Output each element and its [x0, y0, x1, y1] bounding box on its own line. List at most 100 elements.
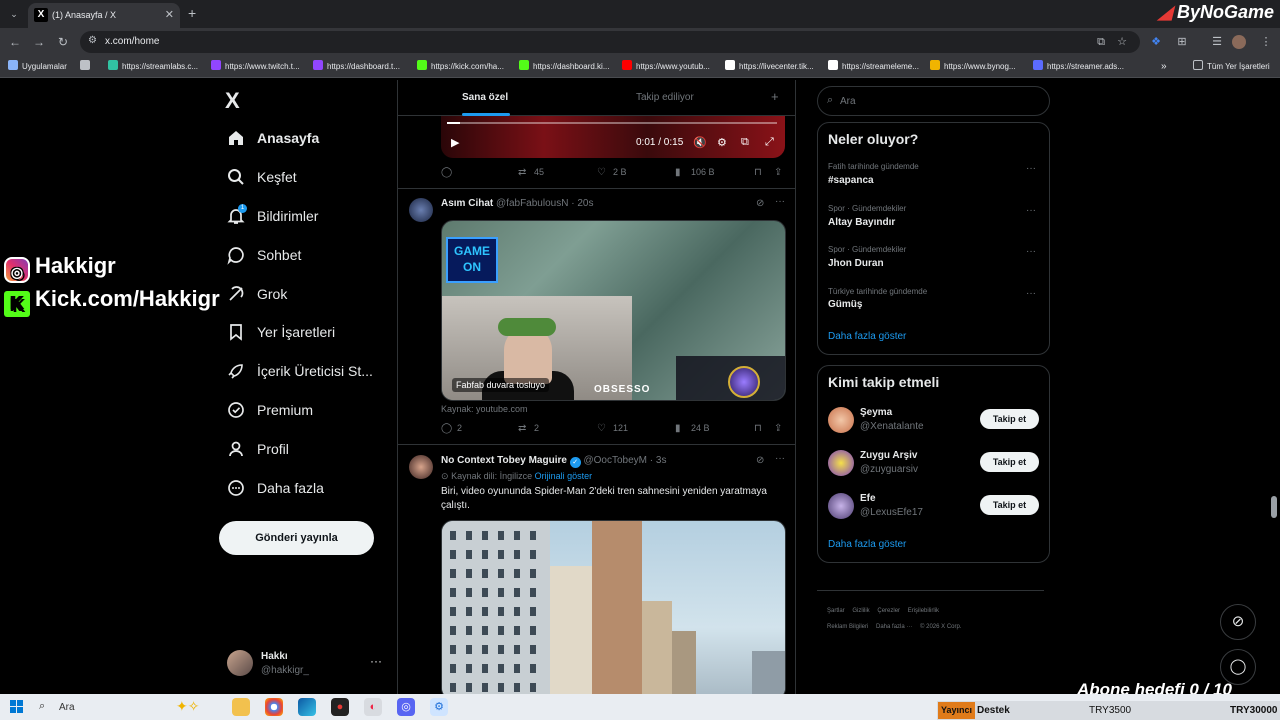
x-logo[interactable]: X — [225, 88, 240, 114]
bookmark-star-icon[interactable]: ☆ — [1114, 34, 1130, 50]
views-button[interactable]: ▮ 24 B — [675, 423, 710, 434]
new-tab-icon[interactable]: + — [188, 5, 196, 21]
more-options-icon[interactable]: ··· — [775, 453, 785, 464]
address-bar[interactable]: ⚙ x.com/home ⧉ ☆ — [80, 31, 1140, 53]
avatar[interactable] — [409, 198, 433, 222]
show-original-link[interactable]: Orijinali göster — [535, 471, 593, 481]
avatar[interactable] — [409, 455, 433, 479]
author-handle[interactable]: @OocTobeyM — [584, 455, 648, 466]
bookmark-item[interactable] — [80, 60, 94, 74]
trends-show-more-link[interactable]: Daha fazla göster — [828, 331, 906, 342]
wtf-show-more-link[interactable]: Daha fazla göster — [828, 539, 906, 550]
reply-button[interactable]: ◯ — [441, 167, 457, 178]
search-input[interactable]: ⌕ Ara — [817, 86, 1050, 116]
forward-icon[interactable]: → — [31, 34, 47, 50]
add-tab-icon[interactable]: + — [771, 89, 779, 104]
reply-button[interactable]: ◯ 2 — [441, 423, 462, 434]
site-info-icon[interactable]: ⚙ — [88, 35, 97, 46]
bookmark-item[interactable]: https://www.twitch.t... — [211, 60, 300, 74]
like-button[interactable]: ♡ 2 B — [597, 167, 627, 178]
retweet-button[interactable]: ⇄ 45 — [518, 167, 544, 178]
bookmark-item[interactable]: https://streamer.ads... — [1033, 60, 1124, 74]
trend-name[interactable]: Jhon Duran — [828, 258, 884, 269]
settings-gear-icon[interactable]: ⚙ — [717, 136, 727, 149]
menu-kebab-icon[interactable]: ⋮ — [1258, 34, 1274, 50]
bookmark-item[interactable]: https://dashboard.t... — [313, 60, 400, 74]
grok-float-button[interactable]: ⊘ — [1220, 604, 1256, 640]
bookmark-item[interactable]: https://www.youtub... — [622, 60, 710, 74]
back-icon[interactable]: ← — [7, 34, 23, 50]
more-options-icon[interactable]: ··· — [775, 196, 785, 207]
video-player[interactable]: ▶ 0:01 / 0:15 🔇 ⚙ ⧉ ⤢ — [441, 116, 785, 158]
fullscreen-icon[interactable]: ⤢ — [765, 136, 774, 149]
close-tab-icon[interactable]: ✕ — [165, 8, 174, 21]
post-button[interactable]: Gönderi yayınla — [219, 521, 374, 555]
follow-suggestion-name[interactable]: Şeyma — [860, 407, 892, 418]
install-app-icon[interactable]: ⧉ — [1093, 34, 1109, 50]
chrome-icon[interactable] — [265, 698, 283, 716]
trend-more-icon[interactable]: ··· — [1026, 205, 1036, 216]
tab-search-icon[interactable]: ⌄ — [6, 6, 22, 22]
avatar[interactable] — [828, 407, 854, 433]
follow-button[interactable]: Takip et — [980, 409, 1039, 429]
tweet-time[interactable]: 3s — [656, 455, 667, 466]
bookmark-item[interactable]: https://dashboard.ki... — [519, 60, 610, 74]
bookmark-item[interactable]: https://kick.com/ha... — [417, 60, 504, 74]
tweet-time[interactable]: 20s — [577, 198, 593, 209]
avatar[interactable] — [227, 650, 253, 676]
tweet-media[interactable] — [441, 520, 786, 694]
obs-icon[interactable]: ● — [331, 698, 349, 716]
follow-suggestion-name[interactable]: Efe — [860, 493, 876, 504]
trend-more-icon[interactable]: ··· — [1026, 163, 1036, 174]
share-button[interactable]: ⇪ — [774, 167, 790, 178]
discord-icon[interactable]: ◎ — [397, 698, 415, 716]
follow-suggestion-name[interactable]: Zuygu Arşiv — [860, 450, 917, 461]
footer-link-cookies[interactable]: Çerezler — [877, 608, 900, 614]
footer-link-ads[interactable]: Reklam Bilgileri — [827, 624, 868, 630]
trend-name[interactable]: Gümüş — [828, 299, 862, 310]
reading-list-icon[interactable]: ☰ — [1209, 34, 1225, 50]
windows-start-icon[interactable] — [10, 700, 23, 713]
extension-icon[interactable]: ❖ — [1148, 34, 1164, 50]
reload-icon[interactable]: ↻ — [55, 34, 71, 50]
footer-link-privacy[interactable]: Gizlilik — [852, 608, 869, 614]
all-bookmarks[interactable]: Tüm Yer İşaretleri — [1193, 60, 1270, 74]
footer-link-terms[interactable]: Şartlar — [827, 608, 845, 614]
bookmark-item[interactable]: https://livecenter.tik... — [725, 60, 814, 74]
more-bookmarks-icon[interactable]: » — [1161, 60, 1167, 74]
file-explorer-icon[interactable] — [232, 698, 250, 716]
trend-more-icon[interactable]: ··· — [1026, 246, 1036, 257]
link-source[interactable]: Kaynak: youtube.com — [441, 404, 528, 414]
footer-link-more[interactable]: Daha fazla ··· — [876, 624, 912, 630]
retweet-button[interactable]: ⇄ 2 — [518, 423, 539, 434]
trend-more-icon[interactable]: ··· — [1026, 288, 1036, 299]
profile-name[interactable]: Hakkı — [261, 651, 288, 662]
author-name[interactable]: Asım Cihat — [441, 198, 493, 209]
like-button[interactable]: ♡ 121 — [597, 423, 628, 434]
app-icon[interactable]: ◐ — [364, 698, 382, 716]
edge-icon[interactable] — [298, 698, 316, 716]
trend-name[interactable]: Altay Bayındır — [828, 217, 895, 228]
mute-icon[interactable]: 🔇 — [693, 136, 707, 149]
avatar[interactable] — [828, 450, 854, 476]
bookmark-button[interactable]: ⊓ — [754, 167, 770, 178]
grok-icon[interactable]: ⊘ — [756, 455, 764, 466]
tweet-media[interactable]: GAME ON OBSESSO Fabfab duvara tosluyo — [441, 220, 786, 401]
follow-button[interactable]: Takip et — [980, 452, 1039, 472]
browser-tab[interactable]: X (1) Anasayfa / X ✕ — [28, 3, 180, 28]
pip-icon[interactable]: ⧉ — [741, 136, 749, 149]
bookmark-item[interactable]: https://www.bynog... — [930, 60, 1016, 74]
tab-for-you[interactable]: Sana özel — [462, 92, 508, 103]
video-progress-bar[interactable] — [447, 122, 777, 124]
bookmark-item[interactable]: Uygulamalar — [8, 60, 67, 74]
footer-link-accessibility[interactable]: Erişilebilirlik — [908, 608, 939, 614]
account-menu-icon[interactable]: ··· — [370, 654, 382, 668]
avatar[interactable] — [828, 493, 854, 519]
tab-following[interactable]: Takip ediliyor — [636, 92, 694, 103]
extensions-puzzle-icon[interactable]: ⊞ — [1174, 34, 1190, 50]
bookmark-item[interactable]: https://streamlabs.c... — [108, 60, 198, 74]
grok-icon[interactable]: ⊘ — [756, 198, 764, 209]
bookmark-button[interactable]: ⊓ — [754, 423, 770, 434]
profile-handle[interactable]: @hakkigr_ — [261, 665, 309, 676]
trend-name[interactable]: #sapanca — [828, 175, 874, 186]
